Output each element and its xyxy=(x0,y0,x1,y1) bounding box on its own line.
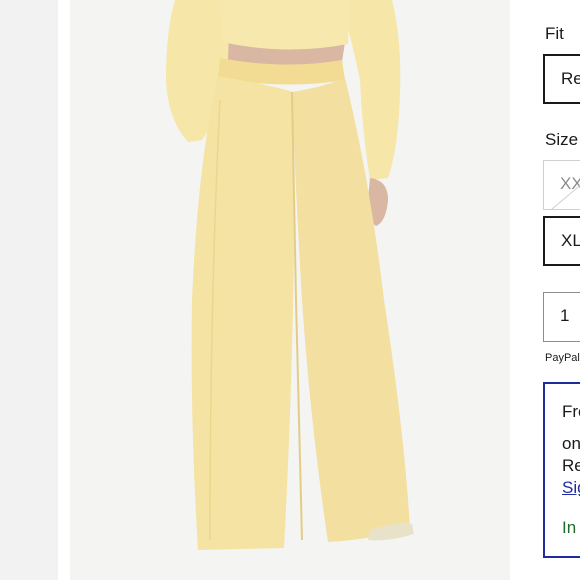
sign-in-link[interactable]: Sig xyxy=(562,478,580,498)
fit-option-text: Re xyxy=(561,69,580,88)
size-label: Size xyxy=(545,130,579,149)
promo-text-line: Re xyxy=(562,456,580,475)
quantity-value: 1 xyxy=(560,306,570,325)
size-option-text: XL xyxy=(561,231,580,250)
pants-illustration xyxy=(70,0,510,580)
paypal-message: PayPal xyxy=(545,352,580,364)
promo-headline: Fre xyxy=(562,402,580,421)
fit-option-selected[interactable]: Re xyxy=(543,54,580,104)
size-option-text: XX xyxy=(560,174,580,193)
fit-label: Fit xyxy=(545,24,564,43)
in-stock-status: In xyxy=(562,518,577,537)
product-options-panel: Fit Re Size XX XL 1 PayPal Fre on Re Sig… xyxy=(510,0,580,580)
promo-text-line: on xyxy=(562,434,580,453)
product-image[interactable] xyxy=(70,0,510,580)
size-option-xx[interactable]: XX xyxy=(543,160,580,210)
free-shipping-promo: Fre on Re Sig In xyxy=(543,382,580,558)
quantity-selector[interactable]: 1 xyxy=(543,292,580,342)
previous-product-image[interactable] xyxy=(0,0,58,580)
size-option-xl[interactable]: XL xyxy=(543,216,580,266)
